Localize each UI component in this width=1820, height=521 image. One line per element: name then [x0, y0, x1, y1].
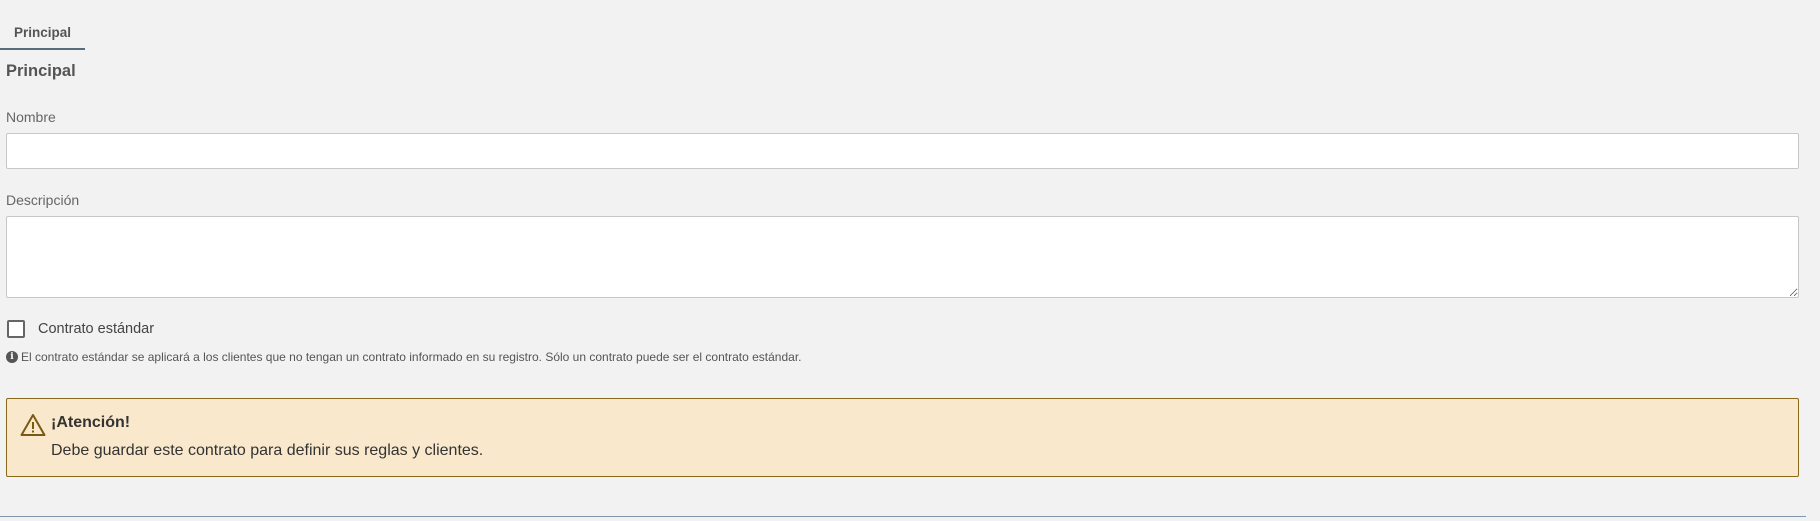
descripcion-textarea[interactable]: [6, 216, 1799, 298]
contract-form-page: Principal Principal Nombre Descripción C…: [0, 0, 1820, 521]
contrato-estandar-help-text: El contrato estándar se aplicará a los c…: [21, 350, 802, 364]
nombre-input[interactable]: [6, 133, 1799, 169]
info-circle-icon: i: [6, 351, 18, 363]
section-title: Principal: [6, 62, 76, 80]
alert-message: Debe guardar este contrato para definir …: [51, 442, 484, 459]
descripcion-label: Descripción: [6, 192, 80, 208]
contrato-estandar-checkbox[interactable]: [7, 320, 25, 338]
warning-triangle-icon: [20, 414, 46, 436]
alert-title: ¡Atención!: [51, 414, 131, 431]
tab-principal[interactable]: Principal: [0, 14, 85, 50]
nombre-label: Nombre: [6, 109, 56, 125]
bottom-divider: [0, 516, 1806, 517]
warning-alert: ¡Atención! Debe guardar este contrato pa…: [6, 398, 1799, 477]
contrato-estandar-help: i El contrato estándar se aplicará a los…: [6, 350, 802, 364]
contrato-estandar-label[interactable]: Contrato estándar: [38, 321, 154, 337]
